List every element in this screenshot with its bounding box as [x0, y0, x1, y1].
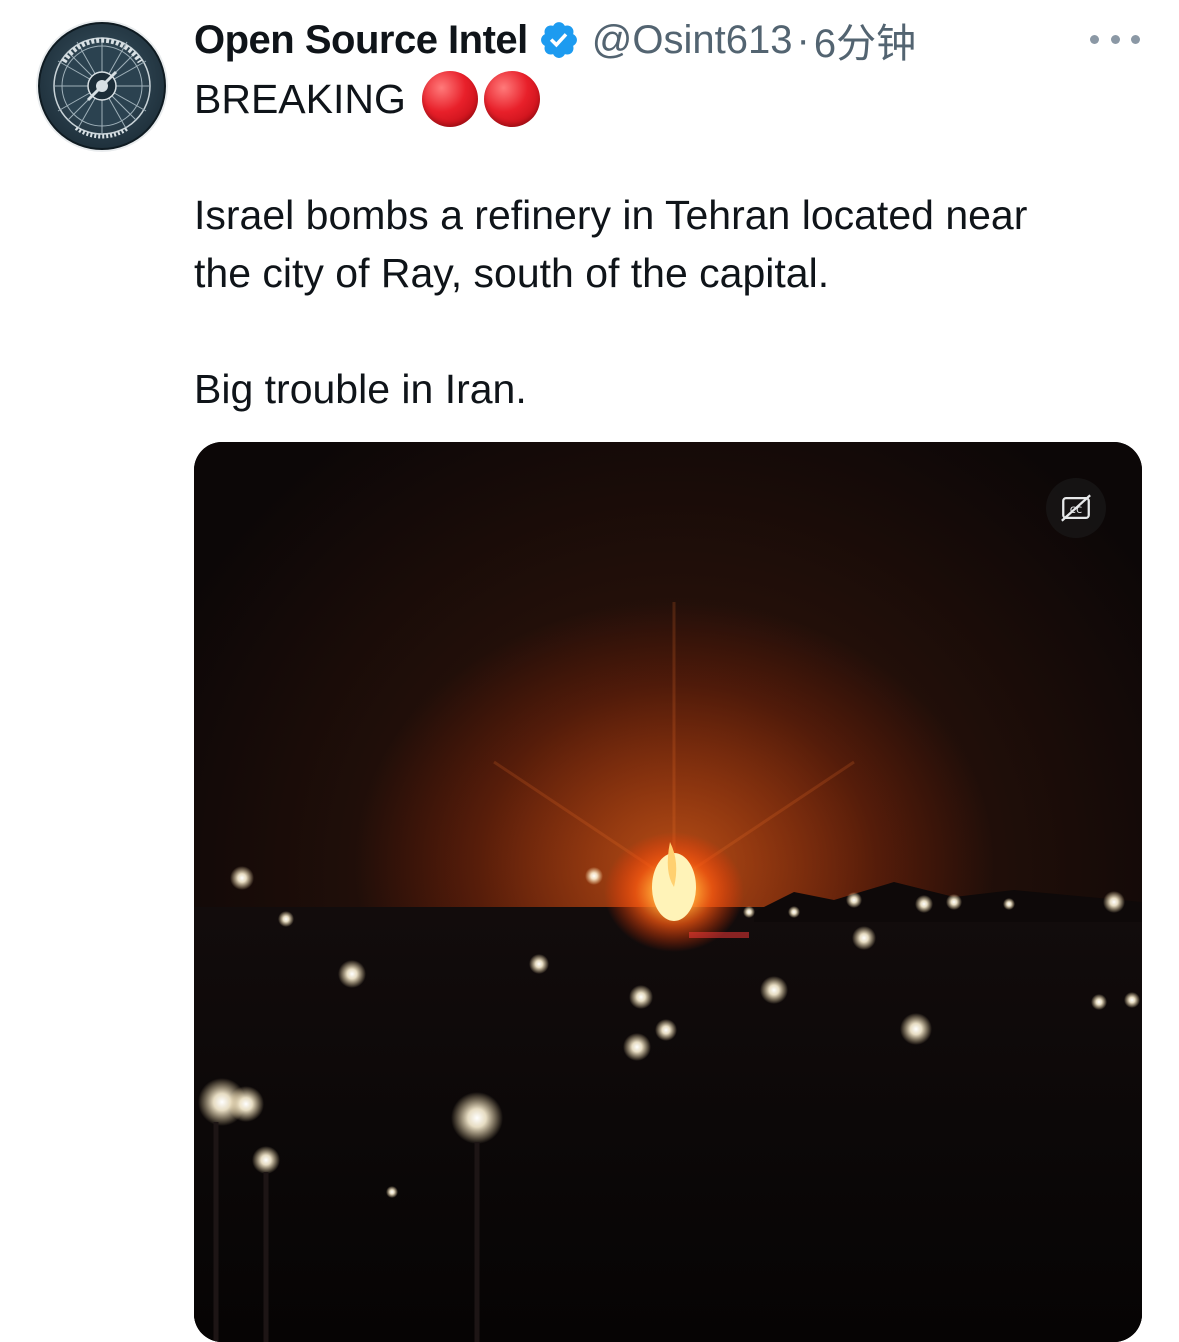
- red-circle-emoji: [421, 71, 478, 127]
- more-dot: [1110, 34, 1120, 44]
- avatar[interactable]: [36, 20, 168, 152]
- separator-dot: ·: [796, 17, 810, 62]
- more-dot: [1090, 34, 1099, 44]
- red-circle-emoji: [483, 71, 540, 127]
- video-frame: [194, 442, 1142, 1342]
- tweet[interactable]: Open Source Intel @Osint613 · 6分钟 BREAKI…: [0, 0, 1179, 1342]
- breaking-label: BREAKING: [194, 76, 406, 122]
- tweet-text-line: the city of Ray, south of the capital.: [194, 250, 830, 296]
- tweet-text-line: BREAKING: [194, 70, 540, 128]
- cc-glyph: cc: [1061, 494, 1091, 522]
- video-player[interactable]: cc: [194, 442, 1142, 1342]
- user-handle[interactable]: @Osint613: [592, 18, 793, 63]
- osint-logo: [36, 20, 168, 152]
- verified-badge-icon[interactable]: [538, 19, 580, 61]
- tweet-text-line: Big trouble in Iran.: [194, 366, 527, 412]
- closed-captions-off-icon[interactable]: cc: [1046, 478, 1106, 538]
- more-options-icon[interactable]: [1090, 24, 1140, 54]
- display-name[interactable]: Open Source Intel: [194, 18, 528, 63]
- more-dot: [1131, 34, 1140, 44]
- timestamp[interactable]: 6分钟: [814, 11, 916, 69]
- tweet-text-line: Israel bombs a refinery in Tehran locate…: [194, 192, 1028, 238]
- tweet-header: Open Source Intel @Osint613 · 6分钟: [194, 11, 916, 69]
